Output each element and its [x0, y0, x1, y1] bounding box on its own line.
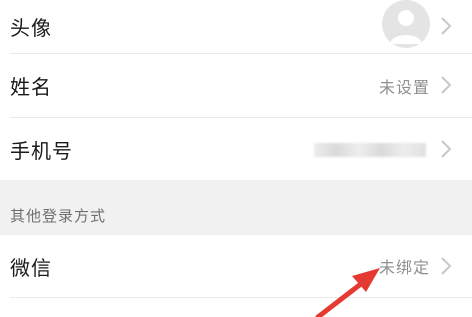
phone-label: 手机号	[10, 138, 73, 163]
phone-row[interactable]: 手机号	[0, 118, 472, 180]
name-value: 未设置	[378, 77, 430, 97]
other-login-section-header: 其他登录方式	[0, 180, 472, 235]
default-avatar-icon	[382, 0, 430, 48]
chevron-right-icon	[441, 17, 452, 35]
next-row[interactable]	[0, 298, 472, 317]
avatar-label: 头像	[10, 16, 52, 40]
wechat-value: 未绑定	[378, 258, 430, 277]
name-label: 姓名	[10, 75, 52, 99]
chevron-right-icon	[441, 140, 452, 158]
chevron-right-icon	[441, 76, 452, 94]
name-row[interactable]: 姓名 未设置	[0, 54, 472, 117]
wechat-label: 微信	[10, 255, 52, 280]
chevron-right-icon	[441, 257, 452, 275]
wechat-row[interactable]: 微信 未绑定	[0, 235, 472, 297]
phone-value-blurred	[314, 143, 426, 157]
section-title: 其他登录方式	[10, 207, 107, 225]
avatar-row[interactable]: 头像	[0, 0, 472, 53]
